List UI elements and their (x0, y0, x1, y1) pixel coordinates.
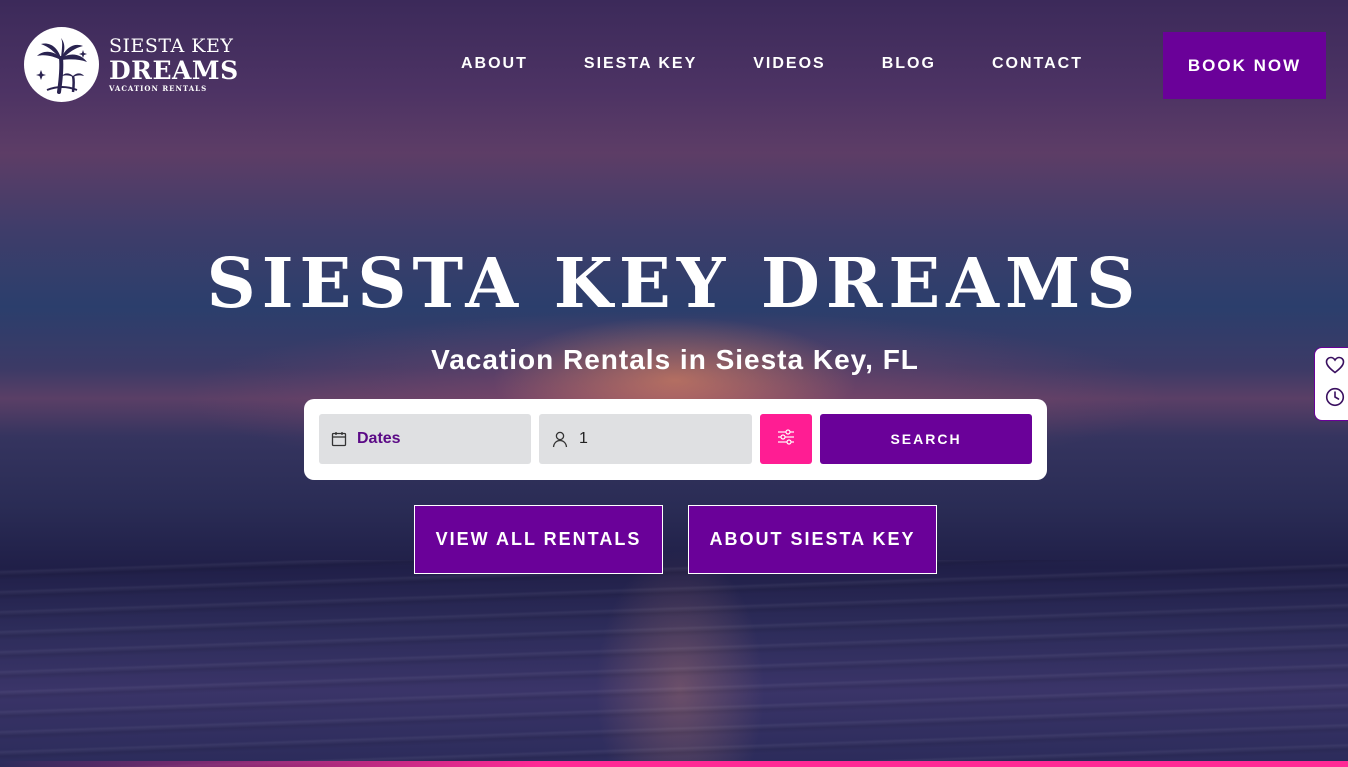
hero-title: SIESTA KEY DREAMS (206, 244, 1142, 324)
book-now-button[interactable]: BOOK NOW (1163, 32, 1326, 99)
logo-wordmark: SIESTA KEY DREAMS VACATION RENTALS (109, 35, 239, 93)
main-nav: ABOUT SIESTA KEY VIDEOS BLOG CONTACT (461, 55, 1139, 73)
nav-blog[interactable]: BLOG (882, 55, 936, 73)
heart-icon[interactable] (1325, 356, 1345, 379)
nav-about[interactable]: ABOUT (461, 55, 528, 73)
logo-line-1: SIESTA KEY (109, 35, 234, 57)
dates-label: Dates (357, 430, 401, 447)
guests-value: 1 (579, 430, 588, 447)
site-logo[interactable]: SIESTA KEY DREAMS VACATION RENTALS (24, 27, 239, 102)
person-icon (551, 430, 569, 448)
hero-background (0, 0, 1348, 767)
calendar-icon (331, 431, 347, 447)
search-form: Dates 1 SEARCH (304, 399, 1047, 480)
guests-field[interactable]: 1 (539, 414, 752, 464)
nav-videos[interactable]: VIDEOS (753, 55, 825, 73)
nav-contact[interactable]: CONTACT (992, 55, 1083, 73)
view-all-rentals-button[interactable]: VIEW ALL RENTALS (414, 505, 663, 574)
side-widget (1314, 347, 1348, 421)
about-siesta-key-button[interactable]: ABOUT SIESTA KEY (688, 505, 937, 574)
sliders-icon (777, 428, 795, 451)
palm-tree-icon (24, 27, 99, 102)
filter-button[interactable] (760, 414, 812, 464)
dates-field[interactable]: Dates (319, 414, 531, 464)
search-button[interactable]: SEARCH (820, 414, 1032, 464)
nav-siesta-key[interactable]: SIESTA KEY (584, 55, 697, 73)
clock-icon[interactable] (1325, 387, 1345, 412)
pink-accent-bar (0, 761, 1348, 767)
logo-line-2: DREAMS (109, 56, 239, 85)
hero-subtitle: Vacation Rentals in Siesta Key, FL (431, 344, 919, 375)
logo-line-3: VACATION RENTALS (109, 84, 208, 93)
